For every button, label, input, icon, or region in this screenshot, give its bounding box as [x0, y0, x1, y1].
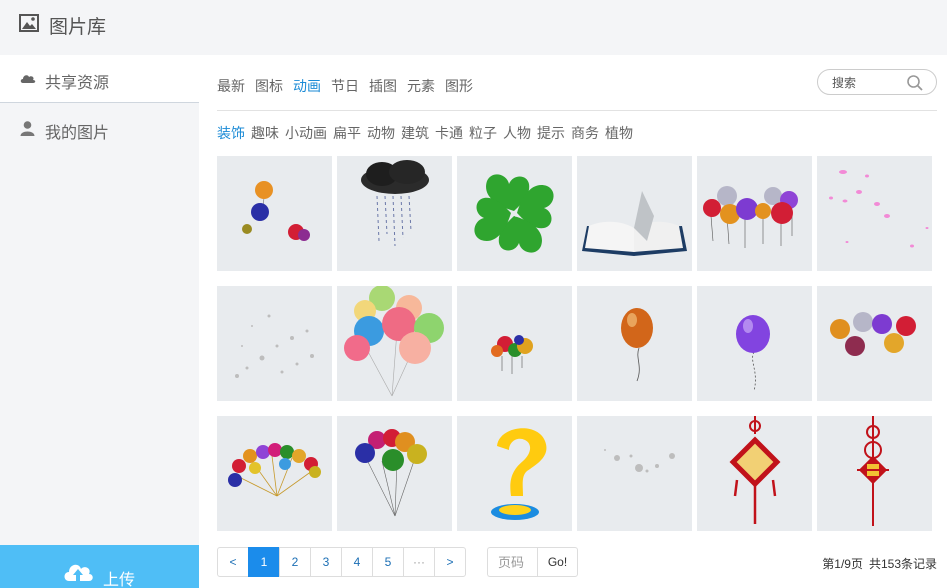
page-title: 图片库: [49, 17, 107, 38]
pagination-page[interactable]: 5: [372, 547, 404, 577]
image-tile-balloon-bunch[interactable]: [697, 156, 812, 271]
image-tile-pink-petals[interactable]: [817, 156, 932, 271]
search-box: [817, 69, 937, 95]
image-tile-balloons-small[interactable]: [217, 156, 332, 271]
image-tile-orange-balloon[interactable]: [577, 286, 692, 401]
tab-elements[interactable]: 元素: [407, 78, 435, 94]
image-tile-purple-balloon[interactable]: [697, 286, 812, 401]
image-tile-open-book[interactable]: [577, 156, 692, 271]
category-tabs: 最新 图标 动画 节日 插图 元素 图形: [217, 76, 483, 96]
subtab-plants[interactable]: 植物: [605, 125, 633, 141]
image-icon: [19, 14, 39, 32]
search-icon[interactable]: [906, 74, 924, 92]
tab-latest[interactable]: 最新: [217, 78, 245, 94]
mini-balloons-thumbnail: [491, 335, 533, 374]
open-book-thumbnail: [582, 191, 687, 256]
orange-balloon-thumbnail: [621, 308, 653, 382]
balloon-fan-thumbnail: [228, 443, 321, 497]
top-header: 图片库: [0, 0, 947, 55]
subtab-architecture[interactable]: 建筑: [401, 125, 429, 141]
pagination: < 1 2 3 4 5 ··· >: [217, 547, 466, 577]
tab-animation[interactable]: 动画: [293, 78, 321, 94]
silver-sparkles-thumbnail: [235, 314, 314, 378]
pagination-page[interactable]: 3: [310, 547, 342, 577]
yellow-question-mark-thumbnail: [491, 428, 547, 520]
image-tile-grey-particles[interactable]: [577, 416, 692, 531]
subtab-business[interactable]: 商务: [571, 125, 599, 141]
pagination-page[interactable]: 2: [279, 547, 311, 577]
page-stats: 第1/9页 共153条记录: [822, 555, 937, 572]
pagination-ellipsis[interactable]: ···: [403, 547, 435, 577]
subtab-small-animation[interactable]: 小动画: [285, 125, 327, 141]
upload-button[interactable]: 上传: [0, 545, 199, 588]
cloud-upload-icon: [64, 564, 93, 581]
cloud-icon: [20, 75, 36, 83]
image-tile-balloon-bouquet[interactable]: [337, 416, 452, 531]
go-button[interactable]: Go!: [537, 547, 578, 577]
tab-icons[interactable]: 图标: [255, 78, 283, 94]
image-tile-rain-cloud[interactable]: [337, 156, 452, 271]
sidebar-item-label: 共享资源: [45, 75, 110, 92]
chinese-knot-red-thumbnail: [857, 416, 889, 526]
user-icon: [20, 121, 35, 136]
four-leaf-clover-thumbnail: [474, 174, 554, 253]
pagination-next[interactable]: >: [434, 547, 466, 577]
image-tile-chinese-knot-lantern[interactable]: [697, 416, 812, 531]
balloon-bouquet-thumbnail: [355, 429, 427, 517]
image-tile-silver-sparkles[interactable]: [217, 286, 332, 401]
image-tile-yellow-question-mark[interactable]: [457, 416, 572, 531]
subtab-hints[interactable]: 提示: [537, 125, 565, 141]
subcategory-tabs: 装饰 趣味 小动画 扁平 动物 建筑 卡通 粒子 人物 提示 商务 植物: [217, 123, 639, 143]
balloons-small-thumbnail: [242, 181, 310, 241]
subtab-fun[interactable]: 趣味: [251, 125, 279, 141]
page-info: 第1/9页: [822, 557, 863, 571]
image-tile-balloon-row[interactable]: [817, 286, 932, 401]
divider: [217, 110, 937, 111]
subtab-decoration[interactable]: 装饰: [217, 125, 245, 141]
image-tile-mini-balloons[interactable]: [457, 286, 572, 401]
pagination-page[interactable]: 1: [248, 547, 280, 577]
chinese-knot-lantern-thumbnail: [729, 416, 781, 524]
search-input[interactable]: [832, 74, 902, 92]
rain-cloud-thumbnail: [361, 160, 429, 247]
pagination-page[interactable]: 4: [341, 547, 373, 577]
image-tile-four-leaf-clover[interactable]: [457, 156, 572, 271]
tab-shapes[interactable]: 图形: [445, 78, 473, 94]
image-tile-pastel-balloons[interactable]: [337, 286, 452, 401]
pagination-prev[interactable]: <: [217, 547, 249, 577]
sidebar-item-shared[interactable]: 共享资源: [0, 55, 199, 103]
page-jump: Go!: [487, 547, 578, 577]
sidebar: 共享资源 我的图片 上传: [0, 55, 199, 588]
sidebar-item-my-images[interactable]: 我的图片: [0, 105, 199, 153]
subtab-people[interactable]: 人物: [503, 125, 531, 141]
image-tile-chinese-knot-red[interactable]: [817, 416, 932, 531]
sidebar-item-label: 我的图片: [45, 125, 110, 142]
grey-particles-thumbnail: [604, 449, 675, 473]
pastel-balloons-thumbnail: [344, 286, 444, 397]
balloon-row-thumbnail: [830, 312, 916, 356]
balloon-bunch-thumbnail: [703, 186, 798, 248]
tab-holiday[interactable]: 节日: [331, 78, 359, 94]
subtab-animals[interactable]: 动物: [367, 125, 395, 141]
tab-illustration[interactable]: 插图: [369, 78, 397, 94]
total-records: 共153条记录: [868, 557, 937, 571]
main-content: 最新图标动画节日插图元素图形 装饰趣味小动画扁平动物建筑卡通粒子人物提示商务植物: [199, 55, 947, 588]
purple-balloon-thumbnail: [736, 315, 770, 392]
pink-petals-thumbnail: [829, 170, 929, 248]
subtab-cartoon[interactable]: 卡通: [435, 125, 463, 141]
upload-label: 上传: [103, 572, 136, 588]
page-number-input[interactable]: [487, 547, 537, 577]
subtab-particles[interactable]: 粒子: [469, 125, 497, 141]
image-tile-balloon-fan[interactable]: [217, 416, 332, 531]
subtab-flat[interactable]: 扁平: [333, 125, 361, 141]
